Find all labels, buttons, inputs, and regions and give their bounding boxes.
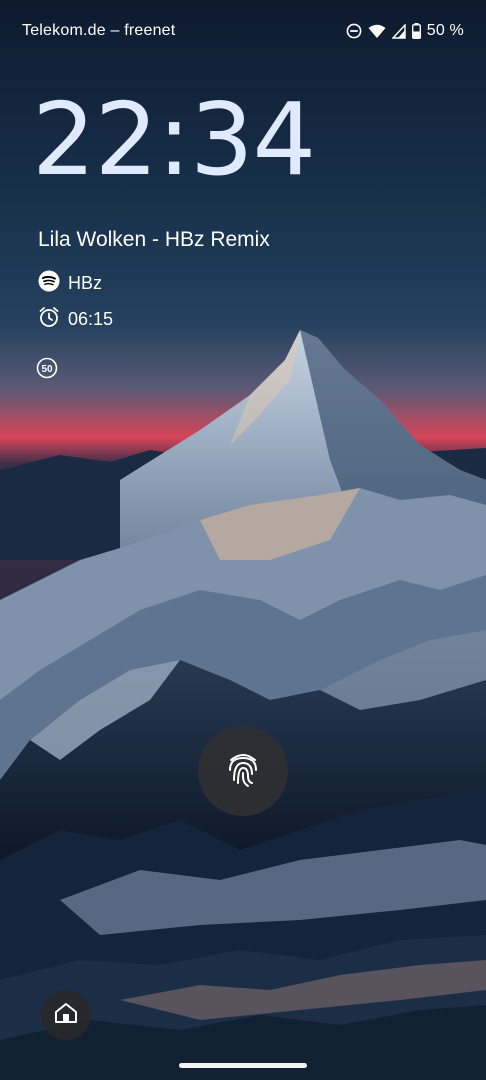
media-artist: HBz: [68, 273, 103, 293]
status-icons: 50 %: [346, 22, 464, 40]
battery-percentage: 50 %: [426, 22, 464, 39]
lockscreen-clock: 22:34: [32, 81, 316, 198]
battery-badge: 50: [36, 357, 58, 379]
fingerprint-icon: [226, 750, 260, 793]
battery-icon: [411, 23, 421, 39]
wifi-icon: [368, 24, 386, 39]
carrier-label: Telekom.de – freenet: [22, 22, 176, 39]
media-title[interactable]: Lila Wolken - HBz Remix: [38, 228, 270, 252]
battery-badge-value: 50: [41, 364, 53, 375]
do-not-disturb-icon: [346, 23, 362, 39]
alarm-time: 06:15: [68, 309, 114, 329]
cellular-signal-icon: [391, 23, 406, 39]
alarm-row[interactable]: 06:15: [38, 306, 113, 333]
navigation-handle[interactable]: [179, 1063, 307, 1068]
spotify-icon: [38, 270, 60, 297]
status-bar: Telekom.de – freenet 50 %: [22, 18, 464, 44]
fingerprint-button[interactable]: [198, 726, 288, 816]
home-shortcut-button[interactable]: [41, 990, 91, 1040]
alarm-clock-icon: [38, 306, 60, 333]
media-artist-row[interactable]: HBz: [38, 270, 102, 297]
home-icon: [54, 1002, 78, 1029]
